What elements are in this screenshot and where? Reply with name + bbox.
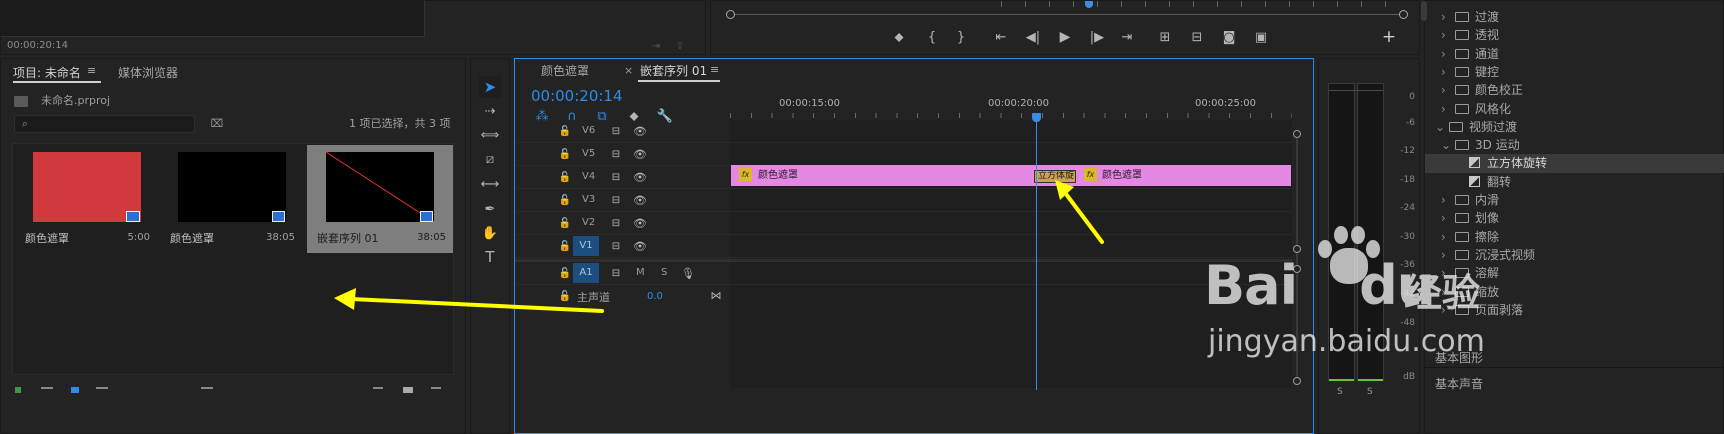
logo-text-bai: Bai [1204, 254, 1298, 317]
arrow-to-transition [1055, 180, 1104, 244]
watermark-brand: 经验 [1404, 271, 1481, 315]
paw-pad [1334, 226, 1348, 244]
baidu-watermark: Bai du 经验 jingyan.baidu.com [1198, 222, 1498, 372]
arrow-to-project [334, 288, 604, 313]
watermark-url: jingyan.baidu.com [1208, 324, 1485, 359]
watermark-logo-text: Bai du [1204, 254, 1435, 317]
paw-pad [1351, 226, 1365, 244]
